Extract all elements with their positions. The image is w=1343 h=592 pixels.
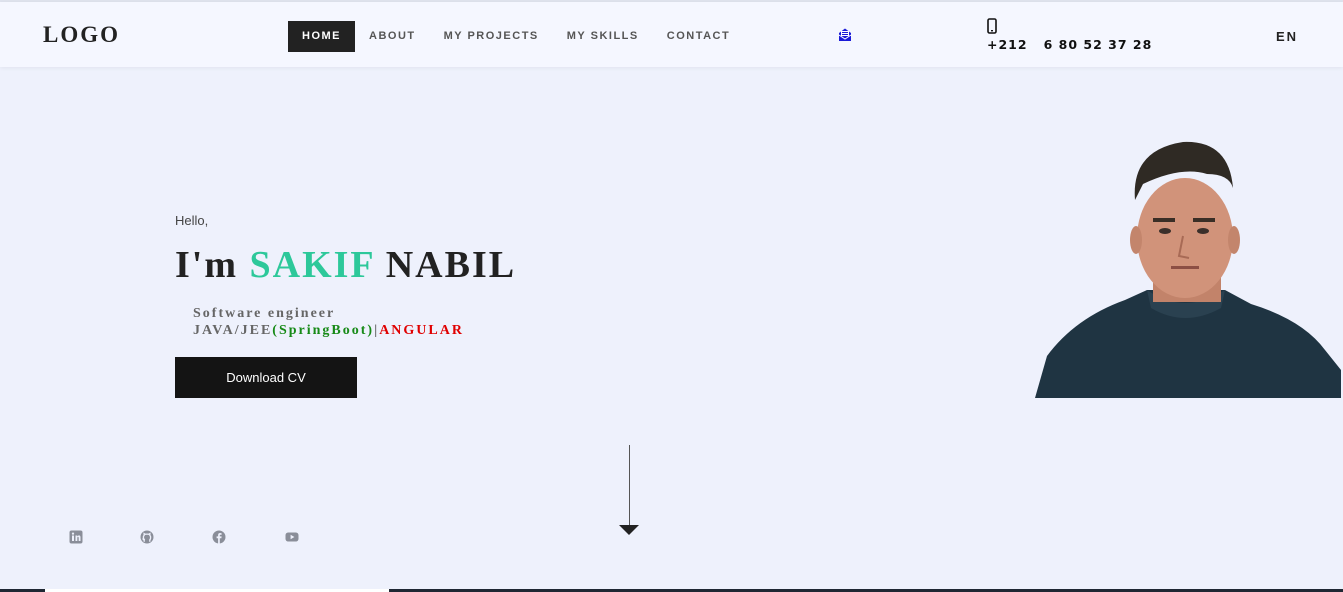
job-title: Software engineer JAVA/JEE(SpringBoot)|A… [193,305,464,339]
youtube-icon[interactable] [285,530,299,544]
navbar: LOGO HOME ABOUT MY PROJECTS MY SKILLS CO… [0,2,1343,67]
role-java: JAVA/JEE [193,323,273,338]
github-icon[interactable] [140,530,154,544]
hero-name: I'm SAKIF NABIL [175,243,516,287]
envelope-icon[interactable] [837,27,853,43]
scroll-down-arrow-icon[interactable] [619,525,639,535]
nav-home[interactable]: HOME [288,21,355,52]
role-angular: ANGULAR [379,323,464,338]
name-prefix: I'm [175,244,238,286]
profile-photo [1035,138,1341,398]
logo[interactable]: LOGO [43,22,120,48]
greeting: Hello, [175,213,209,228]
role-line2: JAVA/JEE(SpringBoot)|ANGULAR [193,322,464,339]
mobile-phone-icon [987,18,997,34]
phone-number: +212 6 80 52 37 28 [987,37,1153,52]
nav-my-skills[interactable]: MY SKILLS [553,21,653,52]
scroll-line [629,445,630,527]
role-spring: (SpringBoot) [272,323,375,338]
first-name: SAKIF [249,244,375,286]
nav-contact[interactable]: CONTACT [653,21,744,52]
download-cv-button[interactable]: Download CV [175,357,357,398]
nav-my-projects[interactable]: MY PROJECTS [430,21,553,52]
main-menu: HOME ABOUT MY PROJECTS MY SKILLS CONTACT [288,21,744,52]
last-name: NABIL [385,244,517,286]
facebook-icon[interactable] [212,530,226,544]
role-line1: Software engineer [193,306,336,321]
language-selector[interactable]: EN [1276,29,1298,44]
nav-about[interactable]: ABOUT [355,21,430,52]
linkedin-icon[interactable] [69,530,83,544]
